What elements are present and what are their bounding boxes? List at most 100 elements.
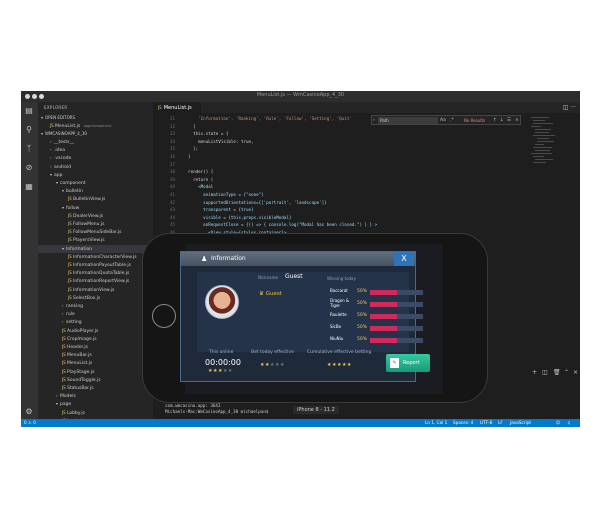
file-item[interactable]: JSFollowMenuSideBar.js [38,228,153,236]
regex-icon[interactable]: .* [450,117,454,124]
file-item[interactable]: JSFollowMenu.js [38,220,153,228]
file-item[interactable]: JSMenuList.js [38,359,153,367]
problems-count[interactable]: 0 ⚠ 0 [24,419,36,427]
language-mode[interactable]: JavaScript [510,419,531,427]
source-control-icon[interactable]: ᛉ [24,144,34,154]
this-online-label: This online [209,350,234,355]
bell-icon[interactable]: ♫ [567,419,571,427]
folder-item[interactable]: ▾ bulletin [38,187,153,195]
folder-item[interactable]: ▾ Information [38,244,153,253]
line-number: 44 [169,214,175,220]
file-item[interactable]: JSSoundToggle.js [38,376,153,384]
file-item[interactable]: JSMenuBar.js [38,351,153,359]
tab-menulist[interactable]: JS MenuList.js [153,102,201,113]
code-line[interactable]: 'Information', 'Ranking', 'Rule', 'Follo… [183,116,352,121]
code-line[interactable]: transparent = {true} [183,207,253,212]
folder-item[interactable]: › ranking [38,302,153,310]
code-line[interactable]: visible = {this.props.visibleModal} [183,215,291,220]
code-line[interactable]: <Modal [183,184,213,189]
line-number: 45 [169,222,175,228]
chevron-up-icon[interactable]: ⌃ [564,369,569,376]
search-icon[interactable]: ⚲ [24,125,34,135]
code-line[interactable]: ] [183,124,196,129]
folder-item[interactable]: › __tests__ [38,138,153,146]
previous-match-icon[interactable]: ↑ [493,117,497,124]
add-terminal-icon[interactable]: + [532,369,537,376]
game-percent: 50% [357,289,368,294]
close-find-icon[interactable]: × [515,117,519,124]
open-editors-header[interactable]: ▾ OPEN EDITORS [38,114,153,122]
file-item[interactable]: JSInformationQuotaTable.js [38,269,153,277]
minimap[interactable] [531,115,555,175]
nickname-value: Guest [285,273,303,280]
file-item[interactable]: JSInformationReportView.js [38,277,153,285]
file-item[interactable]: JSLobby.js [38,409,153,417]
extensions-icon[interactable]: ▦ [24,182,34,192]
line-number: 39 [169,176,175,182]
folder-item[interactable]: › .vscode [38,154,153,162]
win-rate-track [397,325,423,331]
trash-icon[interactable]: 🗑 [553,369,561,376]
file-item[interactable]: JSHeader.js [38,343,153,351]
open-editor-item[interactable]: JSMenuList.js app/component [38,122,153,130]
split-editor-icon[interactable]: ◫ ··· [563,104,576,111]
gear-icon[interactable]: ⚙ [24,407,34,417]
code-line[interactable]: render() { [183,169,213,174]
home-button[interactable] [152,304,176,328]
close-button[interactable]: X [394,252,414,266]
code-line[interactable]: return ( [183,177,213,182]
level-badge: ♛ Guest [259,291,282,297]
file-item[interactable]: JSInformationCharacterView.js [38,253,153,261]
file-item[interactable]: JSInformationPayoutTable.js [38,261,153,269]
chevron-right-icon[interactable]: › [373,117,375,124]
selection-icon[interactable]: ☰ [507,117,511,124]
person-icon: ♟ [201,255,208,263]
folder-item[interactable]: › .idea [38,146,153,154]
file-item[interactable]: JSInformationView.js [38,286,153,294]
report-button[interactable]: ✎ Report [386,354,430,372]
line-number: 31 [169,116,175,121]
files-icon[interactable]: ▤ [24,106,34,116]
file-item[interactable]: JSAudioPlayer.js [38,327,153,335]
cumulative-betting-label: Cumulative effective betting [307,350,372,355]
code-line[interactable]: }; [183,146,198,151]
code-line[interactable]: this.state = { [183,131,228,136]
file-item[interactable]: JSPlayStage.js [38,368,153,376]
folder-item[interactable]: ▾ follow [38,204,153,212]
game-percent: 50% [357,301,368,306]
encoding[interactable]: UTF-8 [480,419,492,427]
code-line[interactable]: menuListVisible: true, [183,139,253,144]
code-line[interactable]: supportedOrientations={['portrait', 'lan… [183,200,327,205]
explorer-title: EXPLORER [44,105,68,110]
file-item[interactable]: JSPlayersView.js [38,236,153,244]
win-rate-bar [370,337,397,343]
debug-icon[interactable]: ⊘ [24,163,34,173]
eol[interactable]: LF [498,419,503,427]
close-panel-icon[interactable]: × [573,369,578,376]
folder-item[interactable]: › android [38,163,153,171]
smiley-icon[interactable]: ☺ [556,419,560,427]
folder-item[interactable]: › Models [38,392,153,400]
file-item[interactable]: JSBulletinView.js [38,195,153,203]
split-terminal-icon[interactable]: ◫ [542,369,548,376]
file-item[interactable]: JSDealerView.js [38,212,153,220]
win-rate-bar [370,313,397,319]
next-match-icon[interactable]: ↓ [500,117,504,124]
folder-item[interactable]: ▾ page [38,400,153,408]
folder-item[interactable]: › setting [38,318,153,326]
folder-item[interactable]: ▾ app [38,171,153,179]
match-case-icon[interactable]: Aa [440,117,446,124]
code-line[interactable]: animationType = {"none"} [183,192,264,197]
file-item[interactable]: JSSelectBox.js [38,294,153,302]
file-item[interactable]: JSCropImage.js [38,335,153,343]
folder-item[interactable]: ▾ component [38,179,153,187]
file-item[interactable]: JSStatusBar.js [38,384,153,392]
find-input[interactable]: Path [378,117,438,124]
folder-item[interactable]: › rule [38,310,153,318]
project-header[interactable]: ▾ WMCASINOAPP_4_30 [38,130,153,138]
cursor-position[interactable]: Ln 1, Col 1 [425,419,447,427]
indentation[interactable]: Spaces: 4 [453,419,473,427]
code-line[interactable]: } [183,154,191,159]
game-percent: 50% [357,337,368,342]
code-line[interactable]: onRequestClose = {() => { console.log("M… [183,222,377,227]
